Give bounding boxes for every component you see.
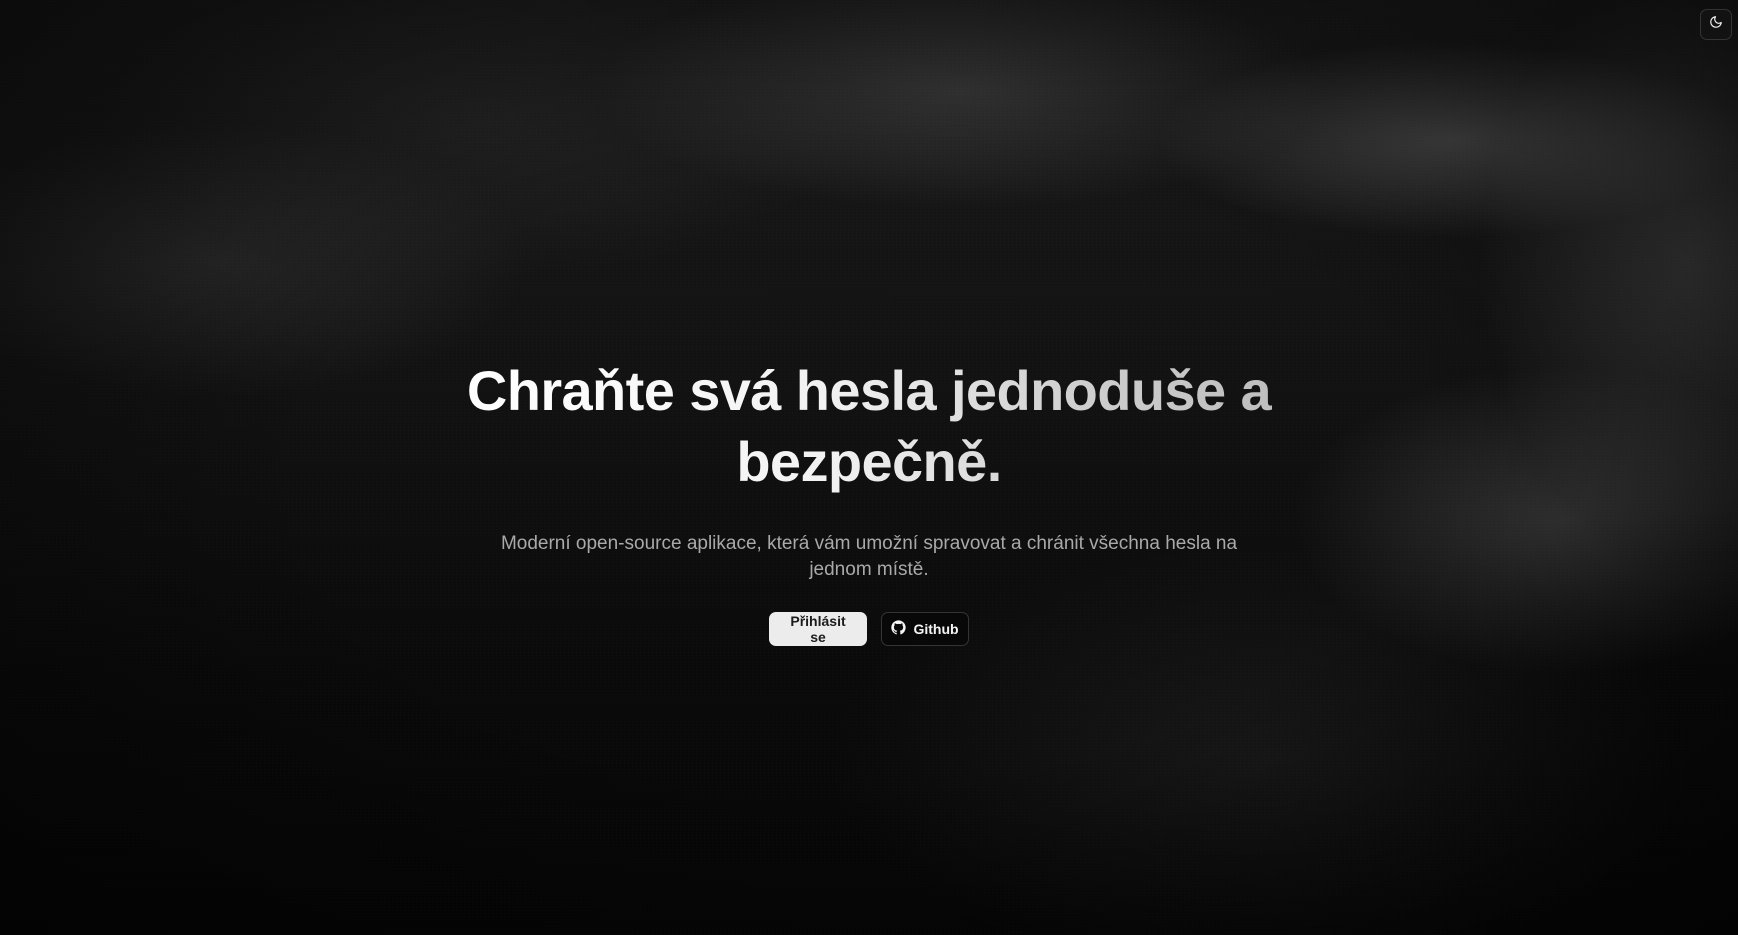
github-icon bbox=[891, 620, 907, 638]
hero-headline: Chraňte svá hesla jednoduše a bezpečně. bbox=[454, 355, 1284, 497]
hero-section: Chraňte svá hesla jednoduše a bezpečně. … bbox=[0, 0, 1738, 935]
github-button[interactable]: Github bbox=[881, 612, 969, 646]
login-button[interactable]: Přihlásit se bbox=[769, 612, 867, 646]
hero-actions: Přihlásit se Github bbox=[769, 612, 969, 646]
login-button-label: Přihlásit se bbox=[790, 613, 846, 645]
landing-page: Chraňte svá hesla jednoduše a bezpečně. … bbox=[0, 0, 1738, 935]
hero-subtitle: Moderní open-source aplikace, která vám … bbox=[500, 533, 1238, 580]
github-button-label: Github bbox=[913, 621, 959, 637]
